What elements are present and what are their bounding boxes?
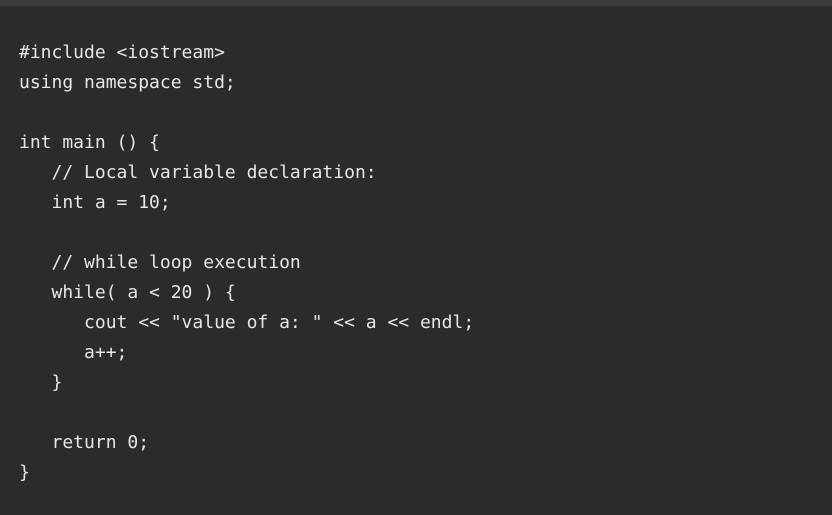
code-block: #include <iostream> using namespace std; i…: [19, 38, 474, 488]
code-line-12: }: [19, 372, 63, 393]
code-line-10: cout << "value of a: " << a << endl;: [19, 312, 475, 333]
code-line-8: // while loop execution: [19, 252, 301, 273]
code-line-4: int main () {: [19, 132, 160, 153]
code-line-1: #include <iostream>: [19, 42, 225, 63]
code-panel: #include <iostream> using namespace std; i…: [0, 6, 832, 515]
code-line-14: return 0;: [19, 432, 150, 453]
code-line-6: int a = 10;: [19, 192, 171, 213]
code-line-5: // Local variable declaration:: [19, 162, 377, 183]
code-line-9: while( a < 20 ) {: [19, 282, 236, 303]
code-line-2: using namespace std;: [19, 72, 236, 93]
code-line-15: }: [19, 462, 30, 483]
code-line-11: a++;: [19, 342, 128, 363]
